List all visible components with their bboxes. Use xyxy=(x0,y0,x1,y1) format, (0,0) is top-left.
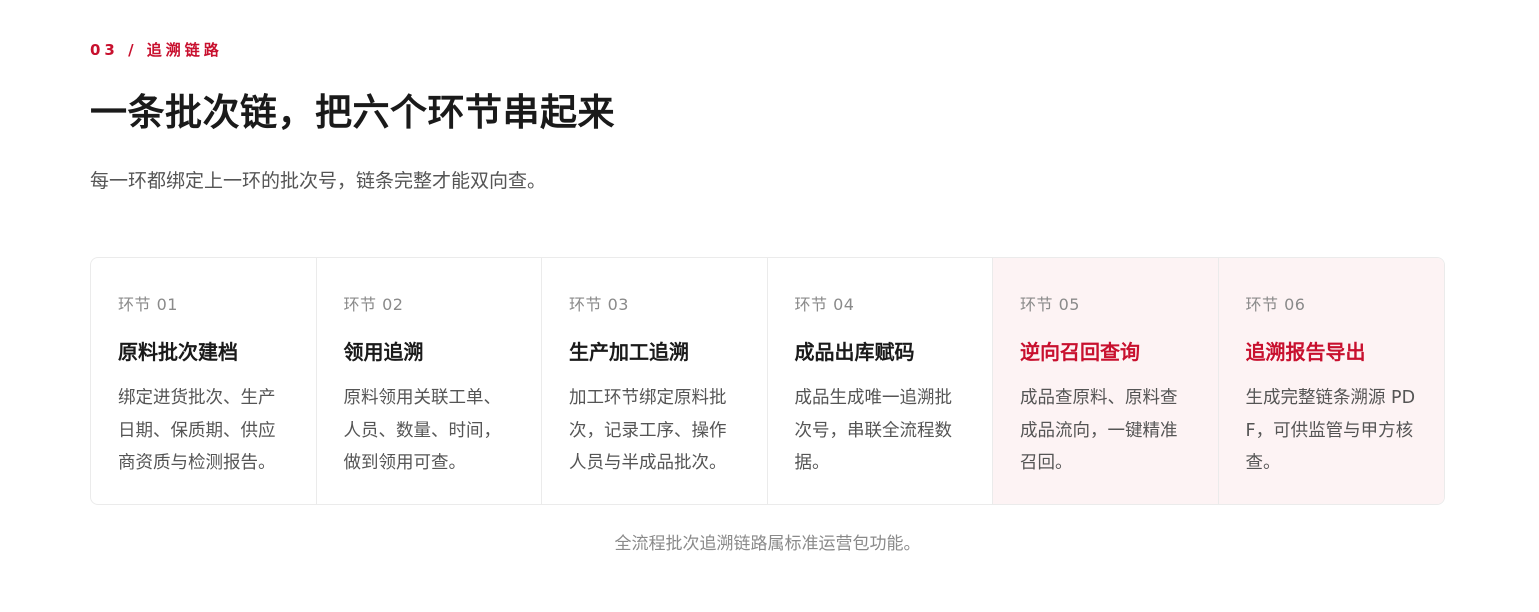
step-card-05: 环节 05 逆向召回查询 成品查原料、原料查成品流向，一键精准召回。 xyxy=(993,258,1219,504)
steps-grid: 环节 01 原料批次建档 绑定进货批次、生产日期、保质期、供应商资质与检测报告。… xyxy=(90,257,1445,505)
section-headline: 一条批次链，把六个环节串起来 xyxy=(90,91,615,134)
step-description: 成品生成唯一追溯批次号，串联全流程数据。 xyxy=(794,388,953,473)
step-number: 环节 05 xyxy=(1020,295,1080,314)
step-number: 环节 04 xyxy=(794,295,855,314)
step-description: 生成完整链条溯源 PDF，可供监管与甲方核查。 xyxy=(1245,388,1416,473)
step-number: 环节 03 xyxy=(569,295,629,314)
step-card-01: 环节 01 原料批次建档 绑定进货批次、生产日期、保质期、供应商资质与检测报告。 xyxy=(91,258,317,504)
step-title: 追溯报告导出 xyxy=(1245,340,1366,364)
step-description: 成品查原料、原料查成品流向，一键精准召回。 xyxy=(1020,388,1178,473)
step-number: 环节 02 xyxy=(343,295,404,314)
step-card-04: 环节 04 成品出库赋码 成品生成唯一追溯批次号，串联全流程数据。 xyxy=(768,258,993,504)
step-description: 加工环节绑定原料批次，记录工序、操作人员与半成品批次。 xyxy=(569,388,727,473)
step-title: 成品出库赋码 xyxy=(794,340,915,364)
step-card-06: 环节 06 追溯报告导出 生成完整链条溯源 PDF，可供监管与甲方核查。 xyxy=(1218,258,1444,504)
step-title: 领用追溯 xyxy=(343,340,424,364)
step-title: 逆向召回查询 xyxy=(1020,340,1140,364)
step-number: 环节 06 xyxy=(1245,295,1306,314)
step-description: 原料领用关联工单、人员、数量、时间，做到领用可查。 xyxy=(343,388,502,473)
step-number: 环节 01 xyxy=(118,295,178,314)
section-footnote: 全流程批次追溯链路属标准运营包功能。 xyxy=(614,534,921,554)
step-card-03: 环节 03 生产加工追溯 加工环节绑定原料批次，记录工序、操作人员与半成品批次。 xyxy=(542,258,768,504)
step-description: 绑定进货批次、生产日期、保质期、供应商资质与检测报告。 xyxy=(118,388,276,473)
section-subhead: 每一环都绑定上一环的批次号，链条完整才能双向查。 xyxy=(90,170,547,192)
step-title: 原料批次建档 xyxy=(118,340,238,364)
section-eyebrow: 03 / 追溯链路 xyxy=(90,41,223,59)
step-card-02: 环节 02 领用追溯 原料领用关联工单、人员、数量、时间，做到领用可查。 xyxy=(317,258,542,504)
step-title: 生产加工追溯 xyxy=(569,340,689,364)
